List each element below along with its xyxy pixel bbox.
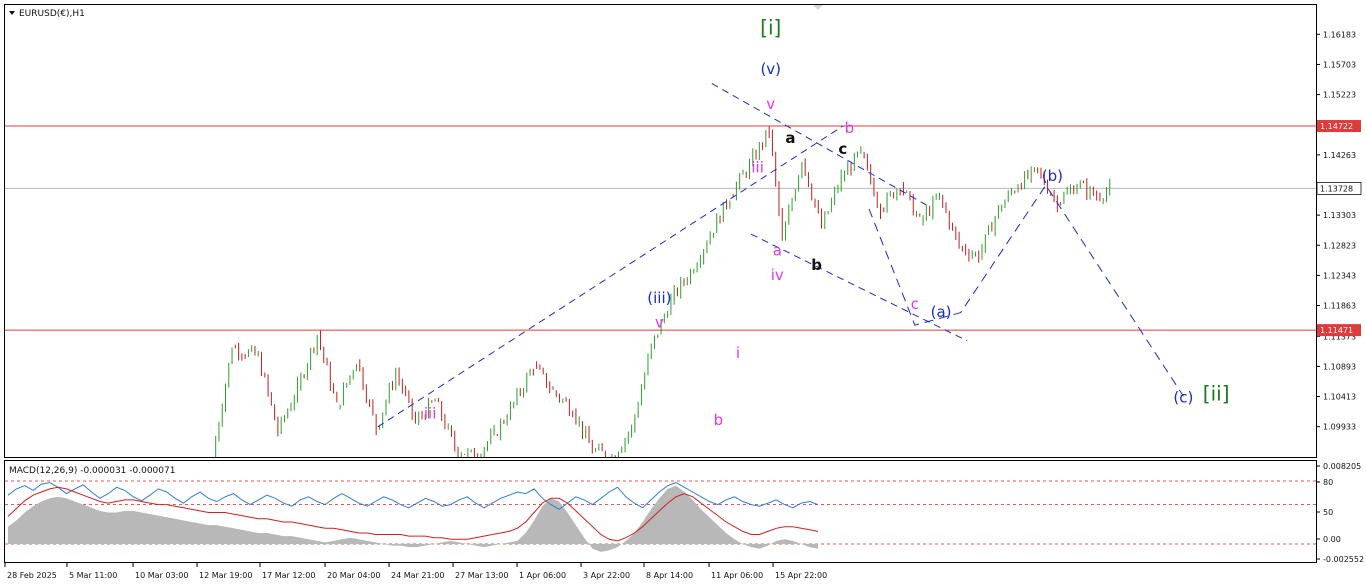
- wave-label: v: [766, 95, 775, 113]
- indicator-tick-label: 80: [1323, 478, 1333, 487]
- time-tick-label: 8 Apr 14:00: [646, 571, 693, 580]
- price-tick-label: 1.14263: [1323, 151, 1356, 160]
- wave-label: (c): [1173, 388, 1193, 406]
- main-plot-frame: [4, 4, 1317, 458]
- chart-window: [i] (v) v iii a b c a iv b c (a) (b) (c) [ii] (iii) v i b i…: [0, 0, 1366, 588]
- time-tick-label: 28 Feb 2025: [7, 571, 57, 580]
- level-price-label: 1.11471: [1320, 326, 1353, 335]
- chart-svg: [i](v)viiiabcaivbc (a)(b)(c) [ii](iii)vibi…: [4, 4, 1364, 580]
- price-tick-label: 1.09933: [1323, 423, 1356, 432]
- time-tick-label: 20 Mar 04:00: [327, 571, 380, 580]
- indicator-tick-label: 0.008205: [1323, 462, 1361, 471]
- price-tick-label: 1.11863: [1323, 302, 1356, 311]
- indicator-tick-label: 0.00: [1323, 535, 1341, 544]
- time-tick-label: 15 Apr 22:00: [775, 571, 827, 580]
- time-tick-label: 5 Mar 11:00: [69, 571, 117, 580]
- wave-label: (iii): [647, 289, 671, 307]
- wave-label: iv: [771, 266, 784, 284]
- price-tick-label: 1.12343: [1323, 271, 1356, 280]
- trend-line[interactable]: [750, 233, 968, 342]
- wave-label: [i]: [760, 15, 781, 39]
- wave-label: b: [811, 256, 822, 274]
- wave-label: c: [838, 140, 847, 158]
- symbol-dropdown-icon[interactable]: [9, 11, 15, 15]
- time-tick-label: 1 Apr 06:00: [519, 571, 566, 580]
- indicator-label: MACD(12,26,9) -0.000031 -0.000071: [9, 466, 175, 476]
- wave-label: a: [785, 129, 795, 147]
- price-tick-label: 1.16183: [1323, 30, 1356, 39]
- time-tick-label: 11 Apr 06:00: [711, 571, 763, 580]
- scroll-marker-icon[interactable]: [813, 5, 823, 10]
- price-tick-label: 1.15223: [1323, 91, 1356, 100]
- time-tick-label: 27 Mar 13:00: [455, 571, 508, 580]
- time-tick-label: 12 Mar 19:00: [199, 571, 252, 580]
- symbol-label: EURUSD(€),H1: [19, 9, 85, 19]
- price-tick-label: 1.12823: [1323, 241, 1356, 250]
- indicator-tick-label: 50: [1323, 508, 1333, 517]
- main-plot[interactable]: [i](v)viiiabcaivbc (a)(b)(c) [ii](iii)vibi…: [5, 15, 1316, 466]
- level-price-label: 1.14722: [1320, 122, 1353, 131]
- time-tick-label: 3 Apr 22:00: [583, 571, 630, 580]
- current-price-label: 1.13728: [1320, 184, 1353, 193]
- wave-label: b: [845, 119, 855, 137]
- wave-label: iii: [424, 405, 437, 423]
- wave-label: (b): [1042, 167, 1063, 185]
- wave-label: (v): [760, 60, 781, 78]
- price-tick-label: 1.10893: [1323, 362, 1356, 371]
- wave-label: a: [773, 241, 782, 259]
- indicator-plot[interactable]: [5, 480, 1316, 552]
- time-tick-label: 10 Mar 03:00: [135, 571, 188, 580]
- wave-label: i: [736, 344, 740, 362]
- macd-histogram: [8, 485, 818, 552]
- wave-label: c: [911, 295, 919, 313]
- trend-line[interactable]: [711, 83, 929, 207]
- wave-label: b: [714, 411, 724, 429]
- time-tick-label: 17 Mar 12:00: [262, 571, 315, 580]
- indicator-tick-label: -0.002552: [1323, 555, 1364, 564]
- wave-label: [ii]: [1203, 382, 1230, 406]
- price-tick-label: 1.10413: [1323, 393, 1356, 402]
- wave-label: v: [655, 314, 664, 332]
- wave-label: (a): [931, 303, 952, 321]
- wave-label: iii: [751, 159, 764, 177]
- price-tick-label: 1.15703: [1323, 60, 1356, 69]
- price-tick-label: 1.13303: [1323, 211, 1356, 220]
- time-tick-label: 24 Mar 21:00: [391, 571, 444, 580]
